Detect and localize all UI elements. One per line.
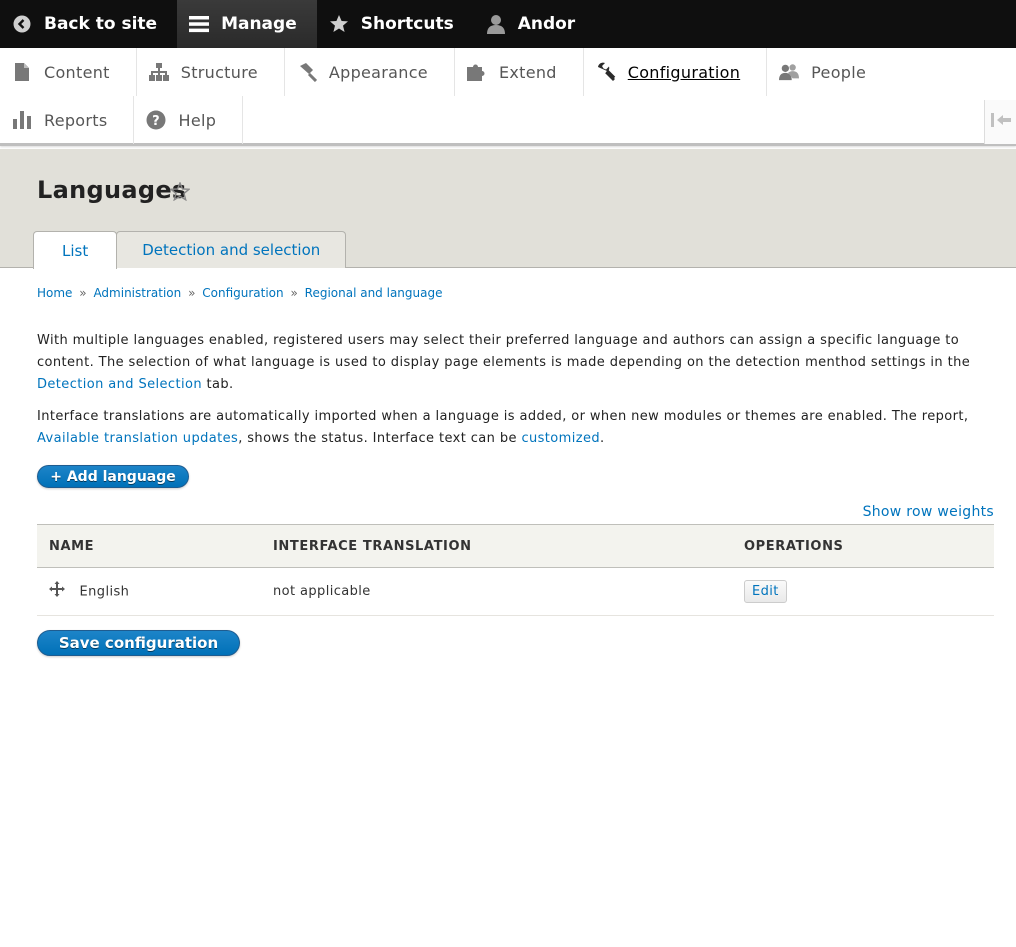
paintbrush-icon <box>297 62 317 82</box>
help-text: . <box>600 431 605 446</box>
manage-tab[interactable]: Manage <box>177 0 317 48</box>
back-to-site-link[interactable]: Back to site <box>0 0 177 48</box>
tray-row-2: Reports ? Help <box>0 96 244 144</box>
breadcrumb-separator: » <box>79 286 87 300</box>
primary-tabs: List Detection and selection <box>33 231 347 269</box>
tray-item-extend[interactable]: Extend <box>455 48 584 96</box>
help-text: Interface translations are automatically… <box>37 409 969 424</box>
tray-item-structure[interactable]: Structure <box>137 48 285 96</box>
breadcrumb-configuration[interactable]: Configuration <box>202 286 283 300</box>
help-text: tab. <box>201 377 234 392</box>
page-header: Languages List Detection and selection <box>0 149 1016 269</box>
user-tab[interactable]: Andor <box>474 0 596 48</box>
tray-item-label: Reports <box>44 110 108 130</box>
sitemap-icon <box>148 62 169 82</box>
customized-link[interactable]: customized <box>521 431 600 446</box>
breadcrumb-separator: » <box>188 286 196 300</box>
tab-list[interactable]: List <box>33 231 118 269</box>
user-icon <box>486 14 506 34</box>
available-translation-updates-link[interactable]: Available translation updates <box>37 431 238 446</box>
interface-translation-cell: not applicable <box>261 567 732 616</box>
breadcrumb: Home » Administration » Configuration » … <box>37 286 442 300</box>
help-icon: ? <box>146 110 166 130</box>
operations-cell: Edit <box>732 567 994 616</box>
save-configuration-button[interactable]: Save configuration <box>37 630 240 656</box>
tray-item-content[interactable]: Content <box>0 48 137 96</box>
file-icon <box>12 62 32 82</box>
tray-orientation-toggle[interactable] <box>984 100 1016 144</box>
star-icon <box>329 14 349 34</box>
page-title: Languages <box>37 176 187 204</box>
tray-item-reports[interactable]: Reports <box>0 96 135 144</box>
table-row: English not applicable Edit <box>37 567 994 616</box>
puzzle-icon <box>466 62 487 82</box>
column-header-interface-translation: INTERFACE TRANSLATION <box>273 538 472 554</box>
help-text: , shows the status. Interface text can b… <box>238 431 522 446</box>
tray-item-label: Structure <box>180 62 258 82</box>
help-text-languages: With multiple languages enabled, registe… <box>37 330 987 396</box>
user-label: Andor <box>517 14 576 34</box>
back-to-site-label: Back to site <box>44 14 158 34</box>
tray-item-label: Help <box>178 110 217 130</box>
wrench-icon <box>596 62 616 82</box>
admin-toolbar: Back to site Manage Shortcuts Andor <box>0 0 1016 48</box>
column-header-operations: OPERATIONS <box>744 538 844 554</box>
tray-item-label: Content <box>44 62 110 82</box>
admin-tray: Content Structure Appearance Extend Conf… <box>0 48 1016 146</box>
breadcrumb-separator: » <box>290 286 298 300</box>
shortcuts-label: Shortcuts <box>360 14 454 34</box>
tray-item-help[interactable]: ? Help <box>134 96 244 144</box>
languages-table: NAME INTERFACE TRANSLATION OPERATIONS En… <box>37 524 994 616</box>
breadcrumb-administration[interactable]: Administration <box>93 286 181 300</box>
add-language-button[interactable]: + Add language <box>37 465 189 488</box>
bar-chart-icon <box>12 110 32 130</box>
tray-item-label: Extend <box>498 62 557 82</box>
tray-item-appearance[interactable]: Appearance <box>285 48 455 96</box>
manage-label: Manage <box>221 14 297 34</box>
help-text: With multiple languages enabled, registe… <box>37 333 971 370</box>
svg-text:?: ? <box>153 114 161 129</box>
breadcrumb-regional-and-language[interactable]: Regional and language <box>305 286 443 300</box>
detection-and-selection-link[interactable]: Detection and Selection <box>37 377 202 392</box>
tray-item-label: People <box>811 62 867 82</box>
collapse-arrow-icon <box>990 112 1011 132</box>
table-header-row: NAME INTERFACE TRANSLATION OPERATIONS <box>37 524 994 568</box>
help-text-translations: Interface translations are automatically… <box>37 406 987 450</box>
tab-detection-and-selection[interactable]: Detection and selection <box>116 231 347 268</box>
language-name: English <box>79 584 130 599</box>
tray-row-1: Content Structure Appearance Extend Conf… <box>0 48 892 96</box>
tray-item-label: Appearance <box>328 62 428 82</box>
edit-button[interactable]: Edit <box>744 580 787 603</box>
tray-item-people[interactable]: People <box>767 48 892 96</box>
add-shortcut-star-icon[interactable] <box>169 181 191 205</box>
tray-item-label: Configuration <box>627 62 741 82</box>
people-icon <box>779 62 800 82</box>
breadcrumb-home[interactable]: Home <box>37 286 72 300</box>
shortcuts-tab[interactable]: Shortcuts <box>317 0 474 48</box>
show-row-weights-link[interactable]: Show row weights <box>863 504 994 520</box>
hamburger-icon <box>189 14 210 34</box>
drag-handle-icon[interactable] <box>49 580 65 597</box>
language-name-cell: English <box>37 567 261 616</box>
column-header-name: NAME <box>49 538 95 554</box>
tray-item-configuration[interactable]: Configuration <box>584 48 768 96</box>
chevron-left-circle-icon <box>12 14 32 34</box>
